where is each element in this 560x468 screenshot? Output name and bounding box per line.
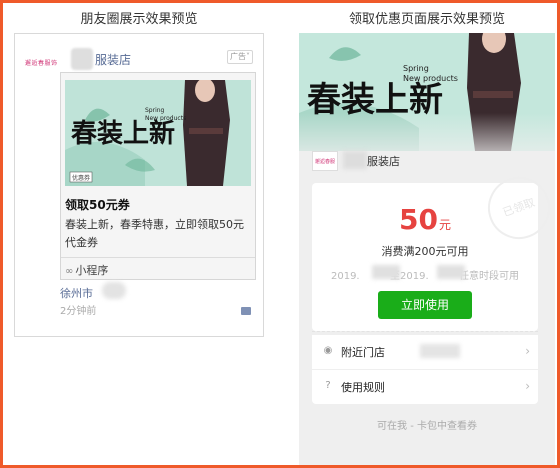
- ad-label[interactable]: 广告˅: [227, 50, 253, 64]
- banner-sticker: 优惠券: [72, 174, 90, 182]
- mini-program-label: 小程序: [75, 264, 109, 277]
- coupon-shop-logo: 邂逅春服饰: [312, 151, 338, 171]
- chevron-right-icon: ›: [525, 344, 530, 358]
- ad-card[interactable]: 春装上新 Spring New products 优惠券 领取50元券 春装上新…: [60, 72, 256, 280]
- shop-avatar-blurred: [71, 48, 93, 70]
- validity-date-blurred: [372, 265, 400, 279]
- coupon-validity: 2019. 至2019. 任意时段可用: [330, 271, 520, 282]
- question-icon: ?: [325, 380, 331, 391]
- card-dashed-divider: [312, 331, 538, 332]
- card-package-hint: 可在我 - 卡包中查看券: [377, 421, 477, 432]
- shop-name-blurred: [343, 151, 367, 169]
- coupon-card: 已领取 50元 消费满200元可用 2019. 至2019. 任意时段可用 立即…: [312, 168, 555, 331]
- usage-rules-row[interactable]: ? 使用规则 ›: [312, 370, 538, 404]
- location-pin-icon: ◉: [323, 345, 333, 356]
- coupon-condition: 消费满200元可用: [381, 245, 469, 258]
- location-blurred: [102, 282, 126, 299]
- chevron-down-icon: ˅: [246, 52, 250, 61]
- mini-program-link[interactable]: ∞ 小程序: [65, 262, 108, 278]
- svg-text:New products: New products: [145, 115, 186, 122]
- svg-text:Spring: Spring: [145, 107, 165, 114]
- store-address-blurred: [420, 344, 460, 358]
- svg-text:Spring: Spring: [403, 64, 429, 73]
- nearby-stores-label: 附近门店: [341, 346, 385, 359]
- svg-text:New products: New products: [403, 74, 458, 83]
- chevron-right-icon: ›: [525, 379, 530, 393]
- coupon-preview-heading: 领取优惠页面展示效果预览: [348, 12, 505, 27]
- coupon-amount-unit: 元: [438, 218, 451, 232]
- shop-name-link[interactable]: 服装店: [95, 51, 131, 68]
- moments-preview-heading: 朋友圈展示效果预览: [80, 12, 198, 27]
- link-icon: ∞: [65, 266, 74, 277]
- nearby-stores-row[interactable]: ◉ 附近门店 ›: [312, 335, 538, 369]
- usage-rules-label: 使用规则: [341, 381, 385, 394]
- card-divider: [61, 257, 255, 258]
- validity-date-blurred: [437, 265, 465, 279]
- use-now-button[interactable]: 立即使用: [378, 291, 472, 319]
- comment-icon[interactable]: [241, 307, 251, 315]
- coupon-amount-value: 50: [399, 203, 438, 236]
- coupon-shop-name: 服装店: [367, 155, 400, 168]
- post-time: 2分钟前: [60, 306, 97, 317]
- moments-preview-panel: 邂逅春服饰 服装店 广告˅ 春装上新 Spring New products 优…: [14, 33, 264, 337]
- coupon-preview-panel: 春装上新 Spring New products 邂逅春服饰 服装店 已领取 5…: [299, 33, 555, 465]
- banner-title-graphic: 春装上新: [71, 118, 175, 149]
- ad-title: 领取50元券: [65, 198, 130, 212]
- ad-description: 春装上新，春季特惠，立即领取50元代金券: [65, 218, 244, 249]
- location-link[interactable]: 徐州市: [60, 285, 93, 301]
- coupon-amount: 50元: [312, 203, 538, 236]
- shop-logo: 邂逅春服饰: [25, 60, 58, 67]
- ad-banner-image: 春装上新 Spring New products 优惠券: [65, 80, 251, 186]
